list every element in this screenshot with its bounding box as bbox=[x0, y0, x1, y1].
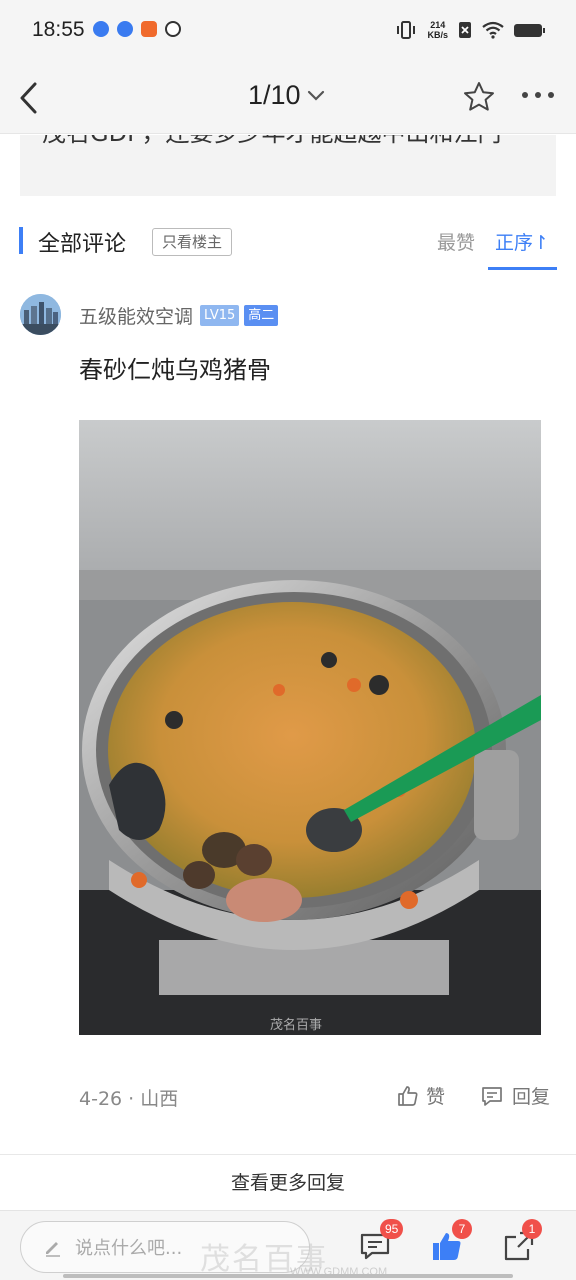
thumbs-up-icon bbox=[398, 1085, 418, 1106]
paw-app-icon bbox=[117, 21, 133, 37]
comment-count-badge: 95 bbox=[380, 1219, 404, 1239]
view-more-replies-button[interactable]: 查看更多回复 bbox=[0, 1168, 576, 1195]
chevron-down-icon bbox=[307, 90, 324, 101]
sort-ascending-tab[interactable]: 正序↾ bbox=[495, 228, 549, 255]
battery-icon bbox=[514, 23, 545, 37]
status-time: 18:55 bbox=[32, 18, 85, 41]
active-tab-underline bbox=[488, 267, 557, 270]
vibrate-icon bbox=[397, 21, 416, 39]
paw-app-icon bbox=[93, 21, 109, 37]
soup-pot-image bbox=[79, 420, 541, 1035]
sort-by-likes-tab[interactable]: 最赞 bbox=[437, 228, 475, 255]
share-count-badge: 1 bbox=[522, 1219, 542, 1239]
like-label: 赞 bbox=[426, 1086, 446, 1108]
page-indicator-dropdown[interactable]: 1/10 bbox=[248, 80, 325, 111]
level-badge: LV15 bbox=[200, 305, 240, 326]
back-arrow-icon[interactable] bbox=[14, 78, 44, 118]
like-count-badge: 7 bbox=[452, 1219, 472, 1239]
pencil-icon bbox=[46, 1242, 60, 1257]
top-nav-bar: 1/10 bbox=[0, 60, 576, 134]
reply-button[interactable]: 回复 bbox=[480, 1082, 550, 1109]
link-app-icon bbox=[165, 21, 181, 37]
wifi-icon bbox=[482, 21, 504, 39]
photo-watermark: 茂名百事 bbox=[270, 1017, 323, 1032]
shopping-app-icon bbox=[141, 21, 157, 37]
more-options-icon[interactable] bbox=[522, 92, 554, 98]
avatar[interactable] bbox=[20, 294, 61, 335]
comment-text: 春砂仁炖乌鸡猪骨 bbox=[79, 356, 271, 384]
quoted-post-text: 茂名GDP，还要多少年才能超越中山和江门 bbox=[42, 135, 534, 151]
status-notification-icons bbox=[93, 21, 181, 37]
header-accent-bar bbox=[19, 227, 23, 254]
comment-author-row: 五级能效空调 LV15 高二 bbox=[79, 302, 279, 329]
comment-photo[interactable] bbox=[79, 420, 541, 1035]
comment-input-placeholder: 说点什么吧... bbox=[75, 1238, 183, 1259]
net-speed: 214 KB/s bbox=[427, 20, 448, 40]
home-indicator[interactable] bbox=[63, 1274, 513, 1278]
no-sim-icon bbox=[459, 22, 471, 38]
like-button[interactable]: 赞 bbox=[396, 1082, 445, 1109]
bottom-action-bar: 说点什么吧... 95 7 1 bbox=[0, 1210, 576, 1280]
only-op-button[interactable]: 只看楼主 bbox=[152, 228, 233, 256]
star-icon[interactable] bbox=[462, 80, 496, 114]
username[interactable]: 五级能效空调 bbox=[79, 302, 193, 329]
comment-date-location: 4-26 · 山西 bbox=[79, 1088, 179, 1110]
grade-badge: 高二 bbox=[244, 305, 279, 326]
page-indicator: 1/10 bbox=[248, 80, 301, 110]
comment-input[interactable]: 说点什么吧... bbox=[20, 1221, 310, 1273]
comments-title: 全部评论 bbox=[38, 232, 127, 257]
comments-header: 全部评论 只看楼主 最赞 正序↾ bbox=[0, 222, 576, 270]
quoted-post[interactable]: 茂名GDP，还要多少年才能超越中山和江门 bbox=[20, 135, 556, 196]
avatar-image bbox=[20, 294, 61, 335]
status-system-icons: 214 KB/s bbox=[395, 20, 545, 40]
reply-label: 回复 bbox=[512, 1086, 551, 1108]
divider bbox=[0, 1154, 576, 1155]
comment-bubble-icon bbox=[482, 1086, 502, 1106]
status-bar: 18:55 214 KB/s bbox=[0, 0, 576, 60]
